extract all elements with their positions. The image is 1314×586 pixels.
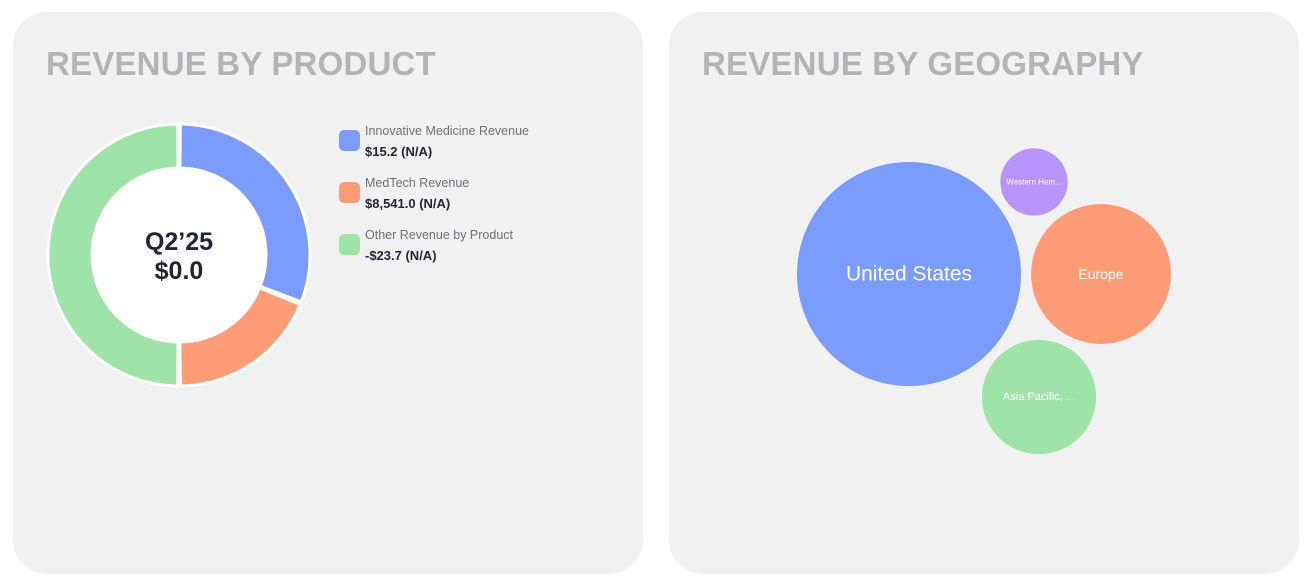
legend-swatch-medtech (339, 182, 360, 203)
legend-label: Innovative Medicine Revenue (365, 124, 529, 138)
legend-value: $15.2 (N/A) (365, 144, 433, 159)
legend-swatch-other-revenue (339, 234, 360, 255)
donut-chart (46, 122, 312, 388)
legend-label: MedTech Revenue (365, 176, 470, 190)
legend-value: -$23.7 (N/A) (365, 248, 437, 263)
bubble-label-0: United States (846, 263, 972, 286)
donut-center-period: Q2’25 (144, 228, 214, 256)
legend-value: $8,541.0 (N/A) (365, 196, 451, 211)
donut-center-value: $0.0 (154, 257, 204, 285)
bubble-label-1: Europe (1078, 266, 1123, 282)
bubble-label-3: Western Hem... (1006, 178, 1061, 187)
bubble-chart: United States Europe Asia Pacific, ... West… (797, 148, 1171, 455)
revenue-by-geography-card: REVENUE BY GEOGRAPHY United States Europe… (669, 12, 1299, 574)
revenue-by-product-card: REVENUE BY PRODUCT Q2’25 $0.0 Innovative… (13, 12, 643, 574)
legend-label: Other Revenue by Product (365, 228, 513, 242)
legend-swatch-innovative-medicine (339, 130, 360, 151)
bubble-label-2: Asia Pacific, ... (1003, 391, 1075, 403)
